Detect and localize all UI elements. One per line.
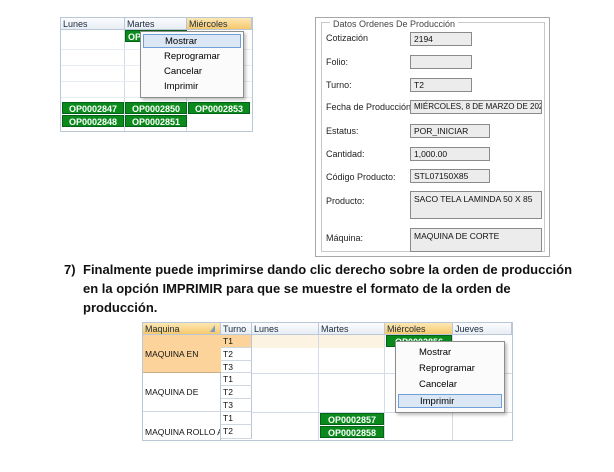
context-menu-top: Mostrar Reprogramar Cancelar Imprimir — [140, 31, 244, 98]
menu-item-cancelar[interactable]: Cancelar — [143, 65, 241, 79]
menu-item-mostrar[interactable]: Mostrar — [143, 34, 241, 48]
machine-cell: MAQUINA ROLLO A RO — [143, 412, 221, 440]
menu-item-reprogramar[interactable]: Reprogramar — [143, 50, 241, 64]
menu-item-imprimir[interactable]: Imprimir — [143, 80, 241, 94]
label-cantidad: Cantidad: — [326, 149, 365, 159]
column-header-miercoles[interactable]: Miércoles — [385, 323, 453, 335]
menu-item-mostrar[interactable]: Mostrar — [398, 346, 502, 360]
column-label: Maquina — [145, 324, 180, 334]
column-header-lunes[interactable]: Lunes — [61, 18, 125, 30]
field-fecha-produccion[interactable]: MIÉRCOLES, 8 DE MARZO DE 2023 — [410, 100, 542, 114]
grid-line — [318, 335, 319, 440]
column-header-lunes[interactable]: Lunes — [252, 323, 319, 335]
shift-cell: T1 — [221, 373, 252, 386]
field-codigo-producto[interactable]: STL07150X85 — [410, 169, 490, 183]
shift-cell: T2 — [221, 386, 252, 399]
menu-item-imprimir[interactable]: Imprimir — [398, 394, 502, 408]
column-label: Jueves — [455, 324, 484, 334]
shift-cell: T1 — [221, 335, 252, 348]
form-title: Datos Ordenes De Producción — [330, 20, 459, 29]
column-header-turno[interactable]: Turno — [221, 323, 252, 335]
label-estatus: Estatus: — [326, 126, 359, 136]
column-label: Martes — [321, 324, 349, 334]
field-cantidad[interactable]: 1,000.00 — [410, 147, 490, 161]
field-cotizacion[interactable]: 2194 — [410, 32, 472, 46]
column-label: Lunes — [63, 19, 88, 29]
column-header-martes[interactable]: Martes — [125, 18, 187, 30]
column-header-jueves[interactable]: Jueves — [453, 323, 512, 335]
instruction-line-2: en la opción IMPRIMIR para que se muestr… — [83, 281, 511, 296]
column-label: Martes — [127, 19, 155, 29]
label-producto: Producto: — [326, 196, 365, 206]
field-maquina[interactable]: MAQUINA DE CORTE — [410, 228, 542, 252]
order-bar[interactable]: OP0002851 — [125, 115, 187, 127]
label-maquina: Máquina: — [326, 233, 364, 243]
menu-item-reprogramar[interactable]: Reprogramar — [398, 362, 502, 376]
column-header-martes[interactable]: Martes — [319, 323, 385, 335]
column-header-miercoles[interactable]: Miércoles — [187, 18, 252, 30]
label-turno: Turno: — [326, 80, 352, 90]
shift-cell: T3 — [221, 399, 252, 412]
field-turno[interactable]: T2 — [410, 78, 472, 92]
field-estatus[interactable]: POR_INICIAR — [410, 124, 490, 138]
instruction-line-1: Finalmente puede imprimirse dando clic d… — [83, 262, 573, 277]
order-bar[interactable]: OP0002847 — [62, 102, 124, 114]
production-order-form: Datos Ordenes De Producción Cotización 2… — [315, 17, 550, 257]
grid-line — [384, 335, 385, 440]
order-bar[interactable]: OP0002850 — [125, 102, 187, 114]
shift-cell: T3 — [221, 361, 252, 373]
sort-arrow-icon — [210, 325, 215, 332]
column-label: Miércoles — [189, 19, 228, 29]
order-bar[interactable]: OP0002857 — [320, 413, 384, 425]
column-label: Miércoles — [387, 324, 426, 334]
instruction-line-3: producción. — [83, 300, 158, 315]
machine-cell: MAQUINA DE CORTE — [143, 373, 221, 436]
order-bar[interactable]: OP0002848 — [62, 115, 124, 127]
order-bar[interactable]: OP0002858 — [320, 426, 384, 438]
label-fecha-produccion: Fecha de Producción: — [326, 102, 414, 112]
label-folio: Folio: — [326, 57, 349, 67]
column-label: Lunes — [254, 324, 279, 334]
shift-cell: T1 — [221, 412, 252, 425]
column-label: Turno — [223, 324, 247, 334]
instruction-number: 7) — [64, 262, 76, 277]
context-menu-bottom: Mostrar Reprogramar Cancelar Imprimir — [395, 341, 505, 413]
label-codigo-producto: Código Producto: — [326, 172, 396, 182]
field-folio[interactable] — [410, 55, 472, 69]
shift-cell: T2 — [221, 348, 252, 361]
field-producto[interactable]: SACO TELA LAMINDA 50 X 85 — [410, 191, 542, 219]
menu-item-cancelar[interactable]: Cancelar — [398, 378, 502, 392]
shift-cell: T2 — [221, 425, 252, 439]
machine-cell: MAQUINA EN LINEA — [143, 335, 221, 397]
order-bar[interactable]: OP0002853 — [188, 102, 250, 114]
label-cotizacion: Cotización — [326, 33, 369, 43]
